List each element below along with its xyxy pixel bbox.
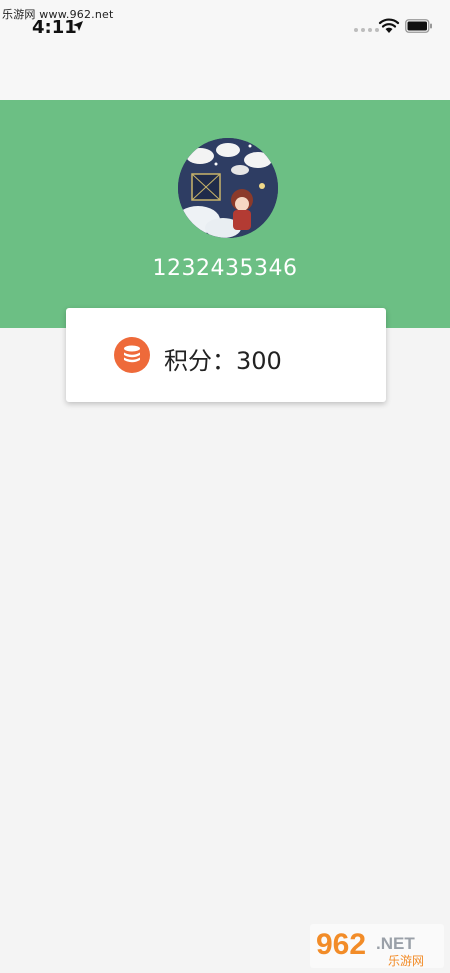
points-text: 积分：300 (164, 341, 282, 376)
watermark-sub: 乐游网 (388, 954, 424, 968)
coin-stack-icon (114, 337, 150, 373)
battery-icon (405, 19, 432, 33)
watermark-brand: 962 (316, 928, 366, 961)
user-id: 1232435346 (152, 256, 298, 281)
avatar[interactable] (178, 138, 278, 238)
watermark-bottom: 962 .NET 乐游网 (310, 924, 444, 968)
profile-header: 1232435346 (0, 100, 450, 328)
points-label: 积分： (164, 347, 236, 375)
watermark-top: 乐游网 www.962.net (2, 8, 114, 21)
points-value: 300 (236, 347, 282, 375)
points-card[interactable]: 积分：300 (66, 308, 386, 402)
watermark-suffix: .NET (376, 934, 415, 953)
avatar-illustration (178, 138, 278, 238)
wifi-icon (378, 18, 400, 33)
signal-dots-icon (354, 28, 379, 32)
